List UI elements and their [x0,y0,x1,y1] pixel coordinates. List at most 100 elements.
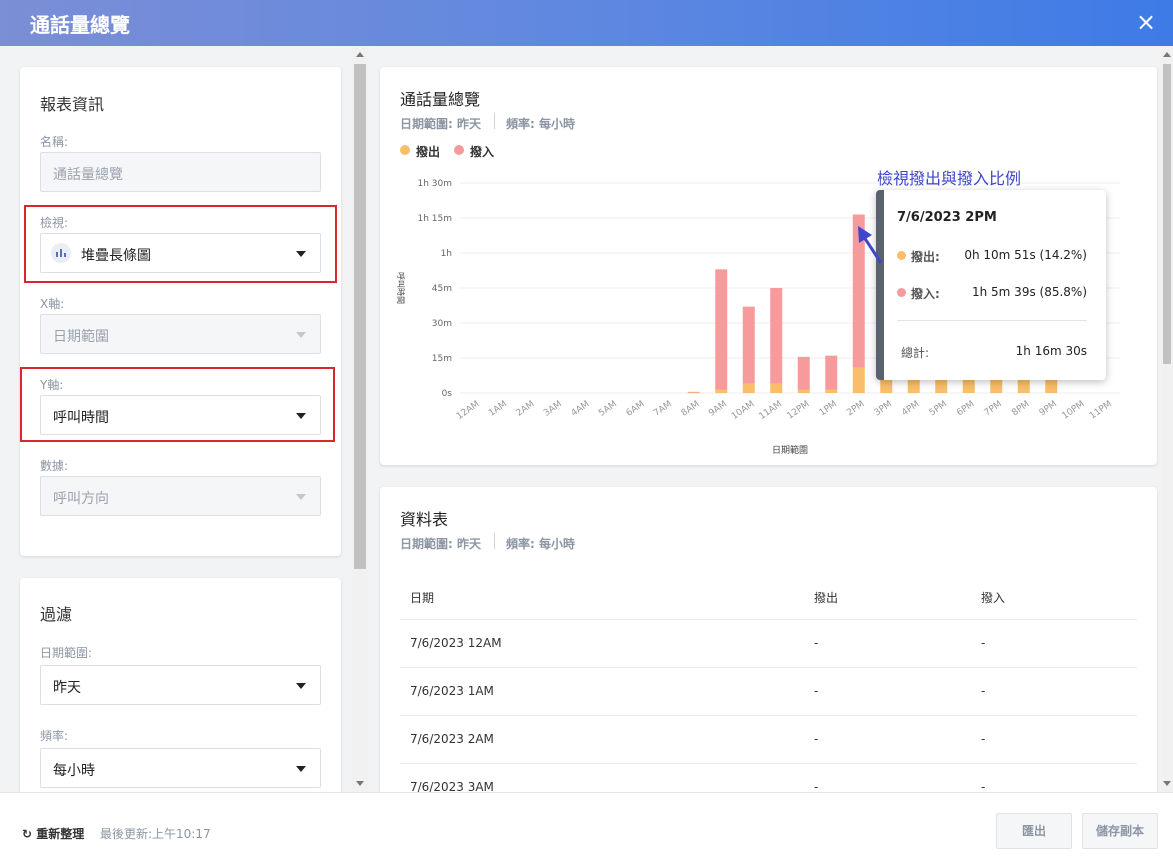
legend-outbound-dot [400,145,410,155]
annotation-arrow-icon [858,226,883,264]
x-tick-label: 12AM [455,399,482,422]
x-tick-label: 1AM [487,399,509,418]
table-cell: 7/6/2023 2AM [410,732,494,746]
chevron-down-icon [296,766,306,772]
table-row-divider [400,619,1137,620]
y-tick-label: 1h 30m [417,179,452,189]
x-tick-label: 10AM [730,399,757,422]
view-select[interactable]: 堆疊長條圖 [40,233,321,273]
table-frequency: 頻率: 每小時 [506,537,575,551]
name-field[interactable]: 通話量總覽 [40,152,321,192]
x-axis-title: 日期範圍 [772,444,808,456]
refresh-button[interactable]: ↻ 重新整理 [22,825,84,842]
x-tick-label: 10PM [1061,399,1087,421]
table-row-divider [400,667,1137,668]
x-tick-label: 7AM [652,399,674,418]
bar-inbound [742,306,755,384]
table-cell: 7/6/2023 12AM [410,636,502,650]
x-tick-label: 9AM [707,399,729,418]
title-bar: 通話量總覽 × [0,0,1173,46]
x-tick-label: 4AM [570,399,592,418]
table-row-divider [400,715,1137,716]
table-cell: 7/6/2023 3AM [410,780,494,792]
x-tick-label: 8PM [1010,399,1031,418]
bar-outbound [770,383,783,393]
name-label: 名稱: [40,135,69,149]
data-table-title: 資料表 [400,510,449,529]
right-scrollbar[interactable] [1161,46,1173,792]
refresh-label: 重新整理 [36,827,85,841]
bar-outbound [687,392,700,394]
bar-outbound [1045,379,1058,393]
table-header-date[interactable]: 日期 [410,589,434,606]
bar-outbound [825,389,838,393]
view-label: 檢視: [40,216,69,230]
close-icon[interactable]: × [1134,8,1158,36]
x-tick-label: 1PM [818,399,839,418]
bar-outbound [715,389,728,393]
bar-outbound [797,389,810,393]
data-select[interactable]: 呼叫方向 [40,476,321,516]
table-row-divider [400,763,1137,764]
chart-card-title: 通話量總覽 [400,90,481,109]
table-cell: - [814,780,819,792]
ratio-annotation: 檢視撥出與撥入比例 [877,169,1022,188]
scroll-down-arrow-icon[interactable] [1163,781,1171,786]
footer-bar: ↻ 重新整理 最後更新:上午10:17 匯出 儲存副本 [0,792,1173,867]
table-header-outbound[interactable]: 撥出 [814,589,838,606]
y-tick-label: 1h [441,249,452,259]
y-axis-title: 呼叫時間 [396,272,406,304]
table-header-inbound[interactable]: 撥入 [981,589,1005,606]
tooltip-inbound-dot [897,288,906,297]
y-tick-label: 15m [432,354,452,364]
filter-title: 過濾 [40,605,73,624]
tooltip-outbound-dot [897,251,906,260]
x-tick-label: 11AM [757,399,784,422]
x-axis-select[interactable]: 日期範圍 [40,314,321,354]
chart-date-range: 日期範圍: 昨天 [400,117,481,131]
x-axis-value: 日期範圍 [53,329,109,345]
export-button[interactable]: 匯出 [996,813,1072,849]
name-field-placeholder: 通話量總覽 [53,167,123,183]
y-tick-label: 1h 15m [417,214,452,224]
tooltip-outbound-label: 撥出: [911,250,940,264]
left-scrollbar-thumb[interactable] [354,64,366,569]
table-cell: - [814,636,819,650]
legend-inbound-dot [454,145,464,155]
bar-inbound [687,391,700,393]
bar-inbound [770,288,783,384]
x-tick-label: 2AM [515,399,537,418]
scroll-up-arrow-icon[interactable] [356,52,364,57]
scroll-down-arrow-icon[interactable] [356,781,364,786]
x-tick-label: 7PM [983,399,1004,418]
bar-outbound [742,383,755,393]
left-scrollbar[interactable] [352,46,368,792]
legend-inbound-label: 撥入 [470,145,495,159]
table-cell: - [981,684,986,698]
view-select-value: 堆疊長條圖 [81,248,151,264]
table-cell: - [981,780,986,792]
date-range-select[interactable]: 昨天 [40,665,321,705]
bar-inbound [797,356,810,390]
frequency-select[interactable]: 每小時 [40,748,321,788]
right-scrollbar-thumb[interactable] [1163,64,1171,364]
chevron-down-icon [296,683,306,689]
data-label: 數據: [40,459,69,473]
bar-outbound [852,367,865,393]
table-cell: - [981,732,986,746]
y-axis-select[interactable]: 呼叫時間 [40,395,321,435]
scroll-up-arrow-icon[interactable] [1163,52,1171,57]
x-tick-label: 6AM [625,399,647,418]
y-tick-label: 45m [432,284,452,294]
save-copy-button[interactable]: 儲存副本 [1082,813,1158,849]
x-tick-label: 9PM [1038,399,1059,418]
tooltip-outbound-value: 0h 10m 51s (14.2%) [964,248,1087,262]
bar-inbound [715,269,728,390]
bar-inbound [825,355,838,390]
refresh-icon: ↻ [22,827,33,841]
meta-separator [494,113,495,129]
x-tick-label: 5PM [928,399,949,418]
chevron-down-icon [296,494,306,500]
table-cell: - [981,636,986,650]
y-tick-label: 0s [442,389,453,399]
